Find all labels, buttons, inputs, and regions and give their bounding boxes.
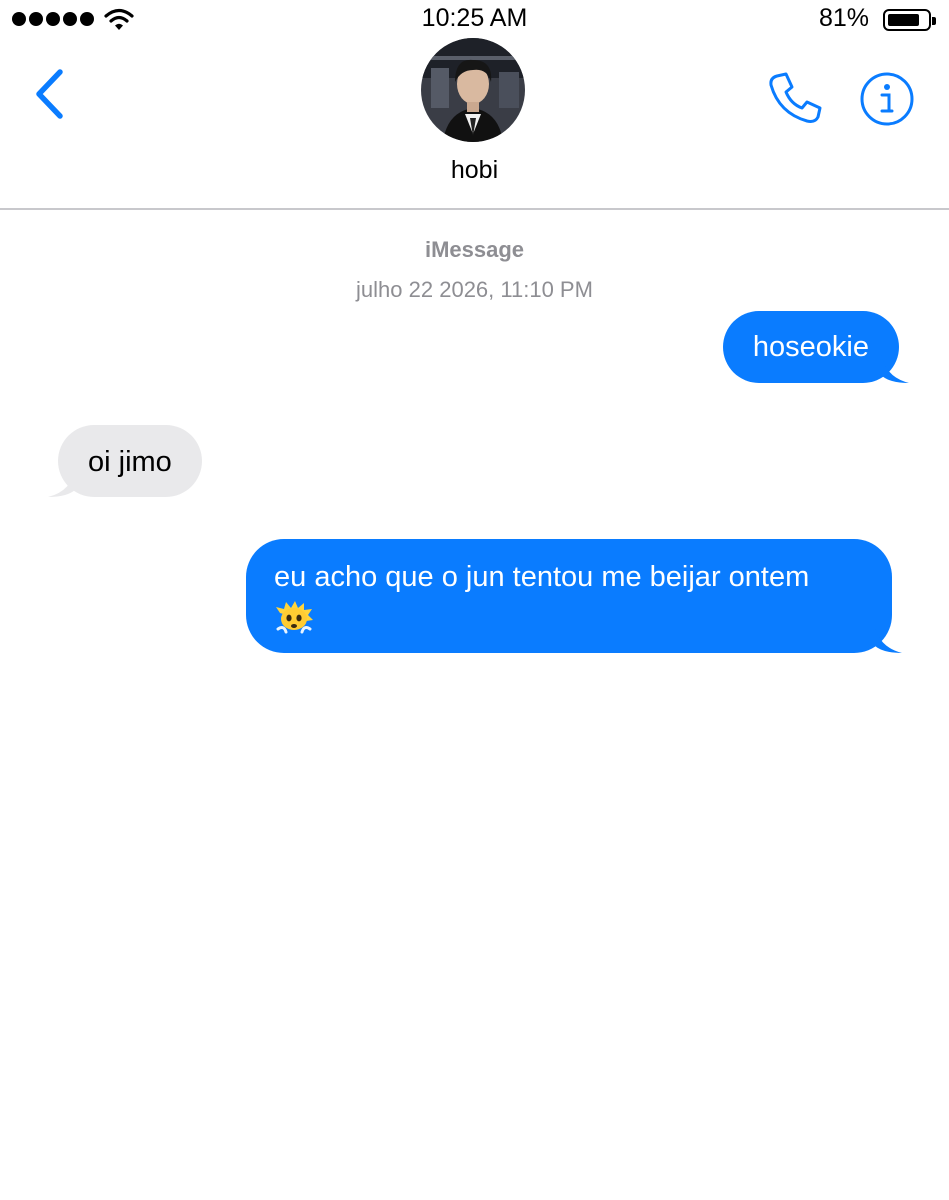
sent-message-bubble[interactable]: eu acho que o jun tentou me beijar ontem — [246, 539, 902, 653]
message-text: eu acho que o jun tentou me beijar ontem — [274, 561, 810, 593]
received-message-bubble[interactable]: oi jimo — [48, 425, 202, 497]
call-button[interactable] — [765, 68, 825, 128]
phone-icon — [769, 72, 822, 123]
battery-icon — [883, 9, 936, 31]
contact-photo — [421, 38, 525, 142]
battery-percentage: 81% — [818, 4, 869, 32]
conversation-timestamp: julho 22 2026, 11:10 PM — [356, 277, 593, 302]
service-label: iMessage — [424, 237, 525, 262]
info-button[interactable] — [858, 70, 916, 128]
bubble-tail — [874, 623, 902, 653]
message-text: hoseokie — [752, 331, 869, 363]
contact-name[interactable]: hobi — [0, 156, 949, 185]
info-icon — [860, 72, 914, 126]
exploding-head-emoji — [276, 601, 313, 634]
conversation-header: hobi — [0, 38, 949, 210]
bubble-tail — [48, 467, 76, 497]
message-text: oi jimo — [88, 446, 172, 478]
status-bar: 10:25 AM 81% — [0, 0, 949, 40]
status-time: 10:25 AM — [421, 4, 528, 32]
back-button[interactable] — [30, 66, 70, 122]
chevron-left-icon — [36, 69, 63, 119]
sent-message-bubble[interactable]: hoseokie — [722, 311, 909, 383]
contact-avatar[interactable] — [421, 38, 525, 142]
bubble-tail — [881, 353, 909, 383]
